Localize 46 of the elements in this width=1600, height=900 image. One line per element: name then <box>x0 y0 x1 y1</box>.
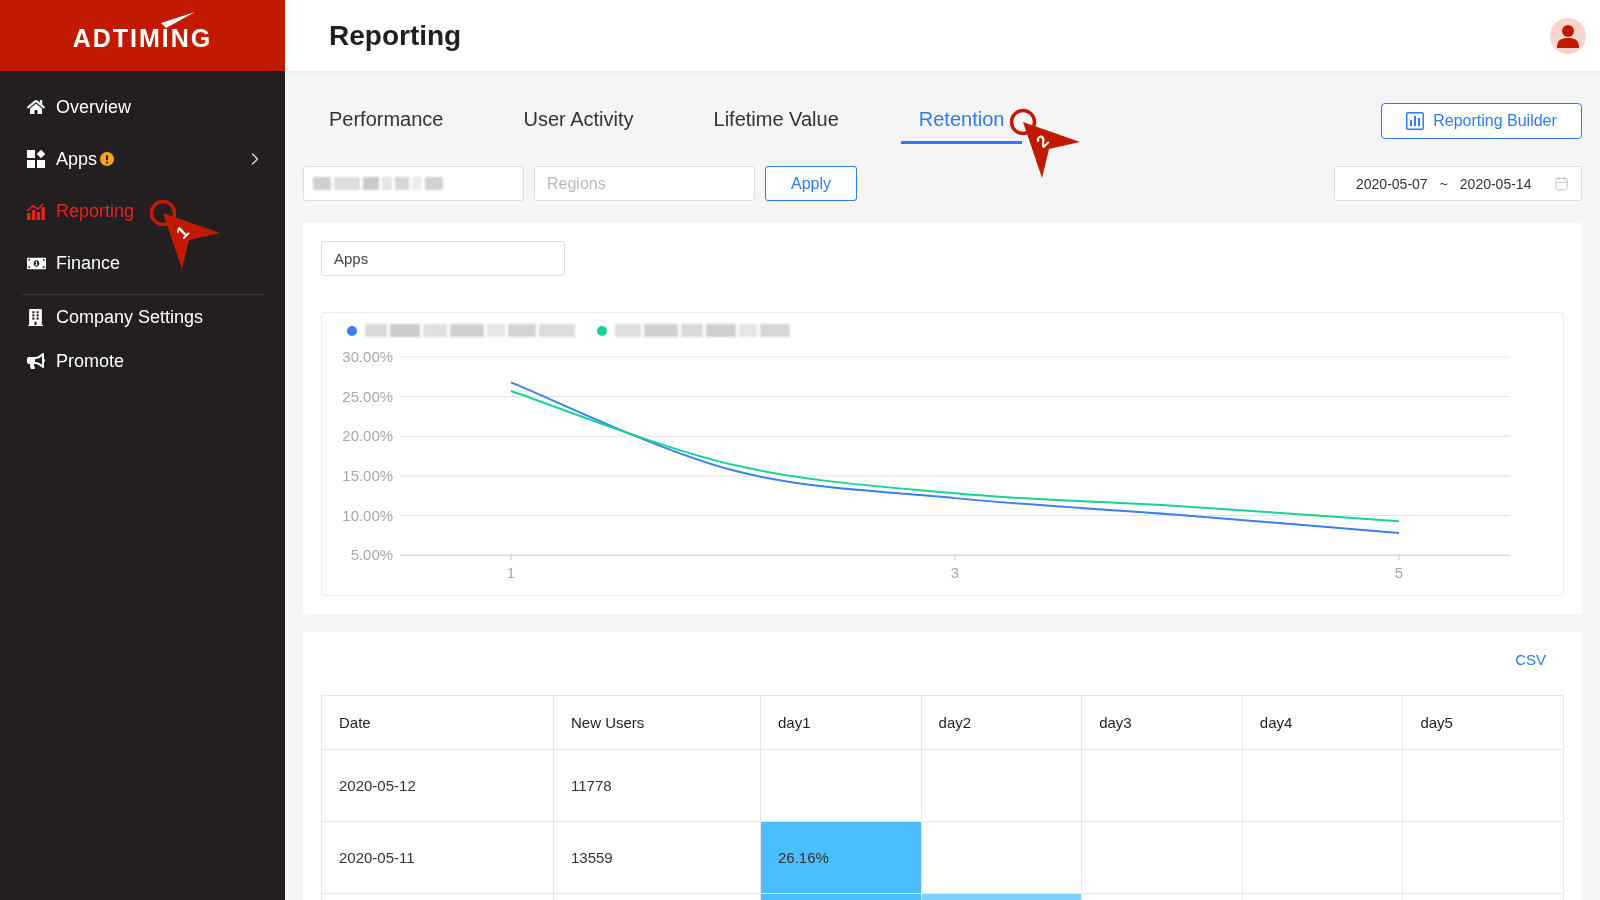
csv-link[interactable]: CSV <box>1515 650 1546 670</box>
checkmark-icon <box>160 11 195 28</box>
date-range-field[interactable]: 2020-05-07 ~ 2020-05-14 <box>1334 166 1582 201</box>
heatmap-cell: 26.16% <box>761 822 922 894</box>
axis-label: 20.00% <box>342 427 393 445</box>
sidebar-item[interactable]: Promote <box>0 339 285 383</box>
date-separator: ~ <box>1439 175 1448 192</box>
input-field[interactable]: Regions <box>534 166 755 201</box>
avatar-icon[interactable] <box>1550 17 1586 54</box>
sidebar-item[interactable]: Overview <box>0 81 285 133</box>
table-cell: 11778 <box>554 750 761 822</box>
home-icon <box>27 98 45 116</box>
tab[interactable]: Performance <box>311 95 462 144</box>
tab[interactable]: Lifetime Value <box>695 95 857 144</box>
building-icon <box>27 308 44 326</box>
axis-label: 5 <box>1394 564 1404 582</box>
megaphone-icon <box>27 352 45 370</box>
axis-label: 3 <box>950 564 960 582</box>
click-pointer-icon <box>1009 108 1082 179</box>
table-cell: 13559 <box>554 822 761 894</box>
step-number: 2 <box>1033 132 1053 151</box>
start-date: 2020-05-07 <box>1356 175 1428 192</box>
table-cell: 2020-05-11 <box>322 822 554 894</box>
axis-label: 30.00% <box>342 347 393 365</box>
axis-label: 25.00% <box>342 387 393 405</box>
sidebar-item[interactable]: Company Settings <box>0 295 285 339</box>
calendar-icon <box>1554 176 1569 191</box>
tab[interactable]: Retention <box>900 95 1023 144</box>
table-cell: 2020-05-12 <box>322 750 554 822</box>
apply-button[interactable]: Apply <box>765 166 857 201</box>
tab[interactable]: User Activity <box>505 95 652 144</box>
bar-chart-icon <box>27 202 45 220</box>
page-title: Reporting <box>329 19 462 52</box>
click-pointer-icon <box>149 199 221 270</box>
bar-chart-icon <box>1406 112 1425 130</box>
end-date: 2020-05-14 <box>1459 175 1532 192</box>
axis-label: 1 <box>506 564 516 582</box>
input-field[interactable] <box>303 166 524 201</box>
sidebar-item[interactable]: Apps <box>0 133 285 185</box>
logo-text: ADTIMING <box>72 28 213 47</box>
apps-grid-icon <box>27 150 45 168</box>
select-field[interactable]: Apps <box>321 241 565 276</box>
axis-label: 10.00% <box>342 506 393 524</box>
axis-label: 15.00% <box>342 466 393 484</box>
reporting-builder-button[interactable]: Reporting Builder <box>1381 103 1582 139</box>
axis-label: 5.00% <box>350 546 393 564</box>
